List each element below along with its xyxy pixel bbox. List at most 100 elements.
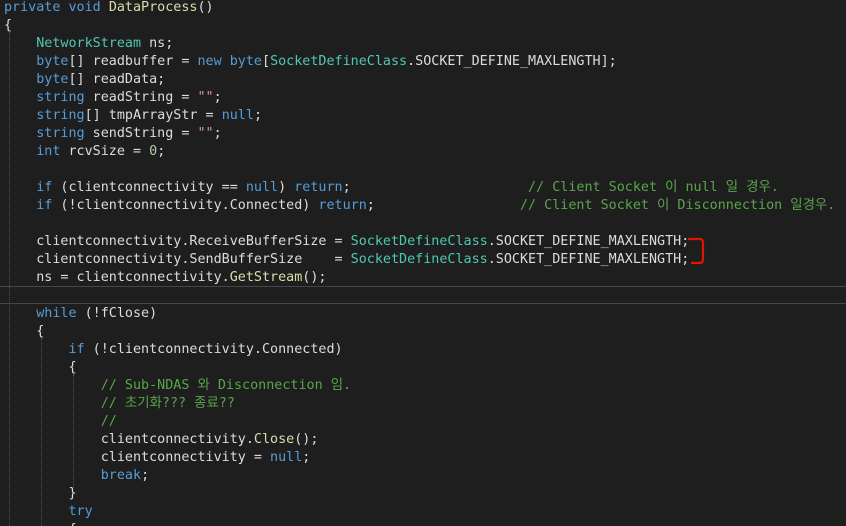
code-token-plain: .SOCKET_DEFINE_MAXLENGTH]; — [407, 54, 617, 69]
code-token-plain: readString = — [84, 90, 198, 105]
code-token-plain: ; — [213, 126, 222, 141]
code-editor[interactable]: private void DataProcess(){ NetworkStrea… — [0, 0, 846, 526]
code-token-plain: (); — [302, 270, 327, 285]
code-token-keyword: byte — [36, 72, 69, 87]
code-token-comment: // — [100, 414, 117, 429]
code-token-comment: // 초기화??? 종료?? — [100, 396, 235, 411]
code-token-plain: (clientconnectivity == — [52, 180, 246, 195]
code-line[interactable]: ns = clientconnectivity.GetStream(); — [4, 269, 326, 287]
code-line[interactable]: clientconnectivity.Close(); — [4, 431, 319, 449]
code-token-string: "" — [197, 126, 214, 141]
code-token-plain: [ — [262, 54, 271, 69]
code-token-plain: ; — [157, 144, 166, 159]
code-token-plain: .SOCKET_DEFINE_MAXLENGTH; — [487, 234, 690, 249]
code-line[interactable]: NetworkStream ns; — [4, 35, 173, 53]
code-token-plain: ; — [302, 450, 311, 465]
code-line[interactable]: string[] tmpArrayStr = null; — [4, 107, 262, 125]
code-line[interactable]: { — [4, 359, 76, 377]
code-line[interactable]: byte[] readbuffer = new byte[SocketDefin… — [4, 53, 617, 71]
code-token-string: "" — [197, 90, 214, 105]
code-line[interactable]: clientconnectivity.SendBufferSize = Sock… — [4, 251, 689, 269]
code-line[interactable]: { — [4, 17, 12, 35]
code-token-plain: clientconnectivity.ReceiveBufferSize = — [4, 234, 351, 249]
code-line[interactable]: if (!clientconnectivity.Connected) — [4, 341, 343, 359]
code-token-plain: ; — [253, 108, 262, 123]
code-line[interactable]: try — [4, 503, 93, 521]
code-line[interactable]: clientconnectivity = null; — [4, 449, 311, 467]
code-token-plain: clientconnectivity = — [4, 450, 271, 465]
code-token-keyword: if — [36, 180, 53, 195]
code-token-comment: // Sub-NDAS 와 Disconnection 임. — [100, 378, 352, 393]
red-bracket-annotation — [688, 237, 705, 265]
code-token-number: 0 — [149, 144, 158, 159]
code-line[interactable]: if (!clientconnectivity.Connected) retur… — [4, 197, 835, 215]
code-token-type: SocketDefineClass — [350, 234, 488, 249]
code-token-keyword: new — [197, 54, 222, 69]
code-token-plain: } — [4, 486, 77, 501]
code-token-keyword: string — [36, 108, 85, 123]
code-token-plain: ns; — [141, 36, 174, 51]
code-token-plain: ; — [141, 468, 150, 483]
code-line[interactable]: string readString = ""; — [4, 89, 221, 107]
code-token-plain: ) — [278, 180, 295, 195]
code-token-keyword: byte — [36, 54, 69, 69]
code-token-plain: ; — [366, 198, 520, 213]
code-token-plain: ns = clientconnectivity. — [4, 270, 230, 285]
code-token-keyword: void — [68, 0, 101, 15]
code-line[interactable]: { — [4, 323, 44, 341]
code-line[interactable]: // Sub-NDAS 와 Disconnection 임. — [4, 377, 351, 395]
code-token-plain: (!clientconnectivity.Connected) — [52, 198, 319, 213]
code-line[interactable]: // — [4, 413, 117, 431]
code-token-plain: (!clientconnectivity.Connected) — [84, 342, 343, 357]
code-token-method: GetStream — [229, 270, 303, 285]
code-token-keyword: byte — [229, 54, 262, 69]
code-token-plain: [] tmpArrayStr = — [84, 108, 222, 123]
code-token-plain: [] readData; — [68, 72, 166, 87]
code-token-keyword: if — [36, 198, 53, 213]
code-token-plain: (); — [294, 432, 319, 447]
code-line[interactable]: break; — [4, 467, 149, 485]
code-token-plain: clientconnectivity. — [4, 432, 254, 447]
code-line[interactable]: if (clientconnectivity == null) return; … — [4, 179, 779, 197]
code-token-plain: () — [197, 0, 214, 15]
code-line[interactable]: byte[] readData; — [4, 71, 165, 89]
code-token-keyword: string — [36, 90, 85, 105]
code-line[interactable]: { — [4, 521, 76, 526]
code-token-keyword: try — [68, 504, 93, 519]
code-token-keyword: int — [36, 144, 61, 159]
code-line[interactable]: while (!fClose) — [4, 305, 157, 323]
code-token-keyword: private — [4, 0, 61, 15]
code-token-plain: .SOCKET_DEFINE_MAXLENGTH; — [487, 252, 690, 267]
code-token-keyword: return — [294, 180, 343, 195]
code-token-comment: // Client Socket 이 null 일 경우. — [528, 180, 779, 195]
code-line[interactable]: private void DataProcess() — [4, 0, 214, 17]
code-token-keyword: null — [270, 450, 303, 465]
code-token-plain: (!fClose) — [76, 306, 158, 321]
code-token-plain: sendString = — [84, 126, 198, 141]
code-line[interactable]: int rcvSize = 0; — [4, 143, 165, 161]
code-token-keyword: while — [36, 306, 77, 321]
code-token-keyword: string — [36, 126, 85, 141]
code-token-method: Close — [253, 432, 295, 447]
code-line[interactable]: clientconnectivity.ReceiveBufferSize = S… — [4, 233, 689, 251]
code-token-type: NetworkStream — [36, 36, 142, 51]
code-line[interactable]: // 초기화??? 종료?? — [4, 395, 235, 413]
code-line[interactable]: } — [4, 485, 77, 503]
code-line[interactable]: string sendString = ""; — [4, 125, 222, 143]
code-token-plain: { — [4, 522, 76, 526]
code-token-keyword: return — [318, 198, 367, 213]
